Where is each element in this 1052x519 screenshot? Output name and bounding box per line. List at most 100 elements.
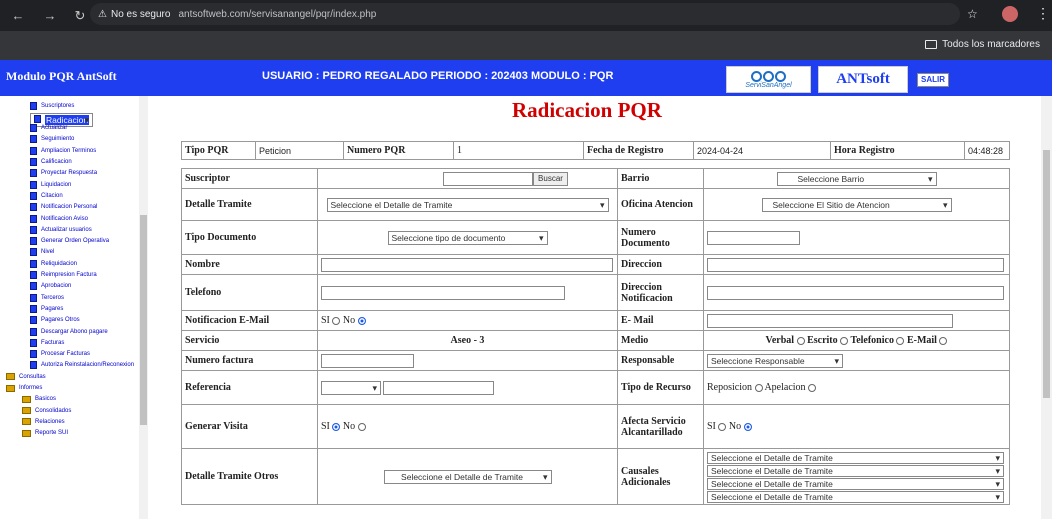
page-icon: [30, 304, 37, 313]
kebab-menu-icon[interactable]: ⋮: [1036, 5, 1050, 22]
email-label: E- Mail: [617, 310, 704, 331]
detalle-otros-select[interactable]: Seleccione el Detalle de Tramite: [383, 469, 552, 484]
reload-icon[interactable]: ↻: [70, 8, 90, 24]
hora-value: 04:48:28: [964, 141, 1010, 160]
sidebar-item[interactable]: Terceros: [30, 292, 64, 303]
telefono-input[interactable]: [321, 285, 565, 300]
email-cell: [703, 310, 1010, 331]
sidebar-item[interactable]: Notificacion Aviso: [30, 213, 88, 224]
sidebar-item[interactable]: Liquidacion: [30, 179, 71, 190]
page-icon: [30, 361, 37, 370]
sidebar-item[interactable]: Actualizar: [30, 123, 67, 134]
sidebar-item[interactable]: Pagares Otros: [30, 315, 80, 326]
sidebar-folder[interactable]: Consolidados: [22, 405, 71, 416]
causal-select-4[interactable]: Seleccione el Detalle de Tramite: [707, 490, 1004, 503]
responsable-select[interactable]: Seleccione Responsable: [707, 353, 843, 368]
causal-select-3[interactable]: Seleccione el Detalle de Tramite: [707, 477, 1004, 490]
medio-email-label: E-Mail: [906, 335, 937, 346]
notif-si-radio[interactable]: [332, 316, 341, 325]
folder-icon: [22, 418, 31, 426]
medio-escrito-radio[interactable]: [840, 336, 849, 345]
sidebar-item[interactable]: Notificacion Personal: [30, 202, 97, 213]
servisanangel-logo: ServiSanAngel: [726, 66, 811, 93]
sidebar-folder[interactable]: Reporte SUI: [22, 428, 68, 439]
insecure-badge[interactable]: ⚠ No es seguro: [98, 9, 170, 20]
email-input[interactable]: [707, 313, 953, 328]
numero-factura-input[interactable]: [321, 353, 414, 368]
sidebar-item-label: Reimpresion Factura: [41, 272, 97, 278]
tipo-documento-label: Tipo Documento: [181, 220, 318, 255]
barrio-select[interactable]: Seleccione Barrio: [776, 171, 937, 186]
numero-pqr-label: Numero PQR: [343, 141, 454, 160]
sidebar-folder-label: Relaciones: [35, 418, 65, 425]
sidebar-item[interactable]: Generar Orden Operativa: [30, 236, 109, 247]
address-bar[interactable]: ⚠ No es seguro antsoftweb.com/servisanang…: [90, 3, 960, 25]
sidebar-folder[interactable]: Basicos: [22, 394, 56, 405]
sidebar-item[interactable]: Calificacion: [30, 157, 72, 168]
notif-no-radio[interactable]: [357, 316, 366, 325]
folder-icon: [6, 373, 15, 381]
sidebar-item[interactable]: Facturas: [30, 337, 64, 348]
logo1-text: ServiSanAngel: [745, 81, 792, 89]
forward-icon[interactable]: →: [40, 8, 60, 23]
sidebar-item[interactable]: Pagares: [30, 303, 63, 314]
all-bookmarks[interactable]: Todos los marcadores: [925, 39, 1040, 50]
sidebar-item[interactable]: Autoriza Reinstalacion/Reconexion: [30, 360, 134, 371]
referencia-select[interactable]: [321, 380, 381, 395]
medio-telefonico-radio[interactable]: [896, 336, 905, 345]
numero-factura-cell: [317, 350, 618, 371]
folder-icon: [22, 395, 31, 403]
reposicion-radio[interactable]: [754, 383, 763, 392]
apelacion-radio[interactable]: [808, 383, 817, 392]
sidebar-folder[interactable]: Informes: [6, 383, 42, 394]
sidebar-folder[interactable]: Consultas: [6, 371, 46, 382]
visita-si-radio[interactable]: [332, 422, 341, 431]
sidebar-item-label: Aprobacion: [41, 283, 72, 290]
sidebar-item[interactable]: Seguimiento: [30, 134, 74, 145]
oficina-select[interactable]: Seleccione El Sitio de Atencion: [761, 197, 952, 212]
folder-icon: [6, 384, 15, 392]
sidebar-item[interactable]: Ampliacion Terminos: [30, 145, 96, 156]
tipo-documento-select[interactable]: Seleccione tipo de documento: [387, 230, 548, 245]
sidebar-scroll-thumb[interactable]: [140, 215, 147, 425]
page-icon: [30, 101, 37, 110]
sidebar-item[interactable]: Reliquidacion: [30, 258, 77, 269]
direccion-input[interactable]: [707, 257, 1004, 272]
sidebar-item[interactable]: Reimpresion Factura: [30, 270, 97, 281]
causal-select-2[interactable]: Seleccione el Detalle de Tramite: [707, 464, 1004, 477]
sidebar-item[interactable]: Nivel: [30, 247, 54, 258]
medio-email-radio[interactable]: [939, 336, 948, 345]
antsoft-logo: ANTsoft: [818, 66, 908, 93]
sidebar-item-label: Terceros: [41, 294, 65, 301]
reposicion-label: Reposicion: [707, 382, 752, 393]
suscriptor-input[interactable]: [443, 171, 534, 186]
profile-avatar[interactable]: [1002, 6, 1018, 22]
afecta-no-radio[interactable]: [743, 422, 752, 431]
suscriptor-label: Suscriptor: [181, 168, 318, 189]
sidebar-item-label: Actualizar usuarios: [41, 226, 92, 233]
back-icon[interactable]: ←: [8, 8, 28, 23]
visita-no-radio[interactable]: [357, 422, 366, 431]
nombre-input[interactable]: [321, 257, 613, 272]
referencia-input[interactable]: [383, 380, 494, 395]
detalle-tramite-select[interactable]: Seleccione el Detalle de Tramite: [326, 197, 609, 212]
sidebar-folder[interactable]: Relaciones: [22, 416, 65, 427]
sidebar-item[interactable]: Aprobacion: [30, 281, 71, 292]
buscar-button[interactable]: Buscar: [533, 171, 568, 186]
main-scroll-thumb[interactable]: [1043, 150, 1050, 398]
sidebar-item[interactable]: Citacion: [30, 190, 63, 201]
sidebar-item[interactable]: Suscriptores: [30, 100, 74, 111]
bookmark-star-icon[interactable]: ☆: [967, 7, 978, 21]
salir-button[interactable]: SALIR: [917, 73, 949, 87]
sidebar-item[interactable]: Actualizar usuarios: [30, 224, 92, 235]
sidebar-item[interactable]: Proyectar Respuesta: [30, 168, 97, 179]
sidebar-item[interactable]: Descargar Abono pagare: [30, 326, 108, 337]
numero-documento-input[interactable]: [707, 230, 800, 245]
afecta-alcantarillado-cell: SI No: [703, 404, 1010, 449]
sidebar-item[interactable]: Procesar Facturas: [30, 349, 90, 360]
afecta-si-radio[interactable]: [718, 422, 727, 431]
direccion-notificacion-input[interactable]: [707, 285, 1004, 300]
causal-select-1[interactable]: Seleccione el Detalle de Tramite: [707, 451, 1004, 464]
page-icon: [30, 338, 37, 347]
medio-verbal-radio[interactable]: [796, 336, 805, 345]
